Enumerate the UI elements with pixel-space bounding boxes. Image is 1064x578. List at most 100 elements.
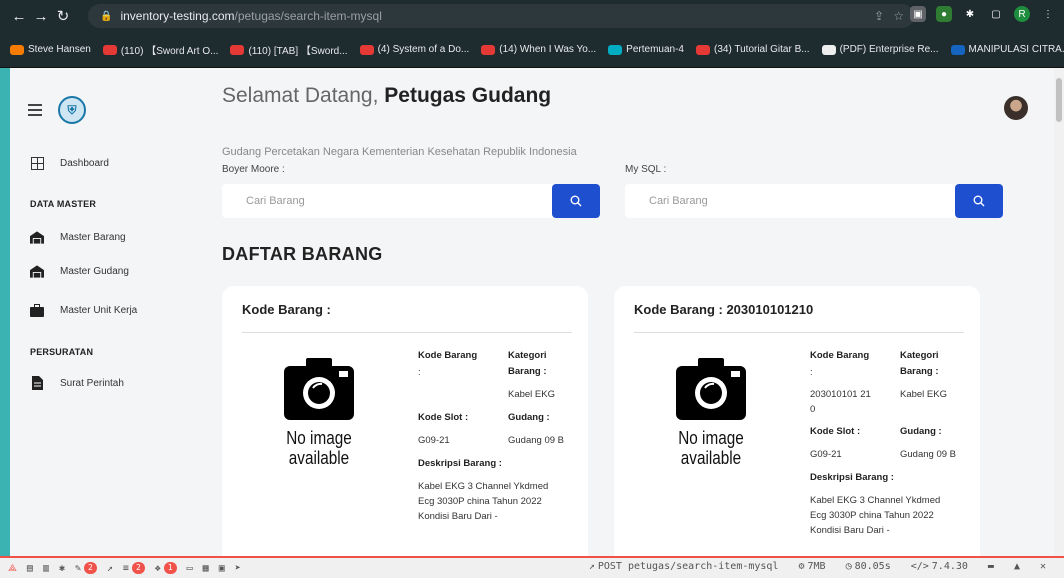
deskripsi-label: Deskripsi Barang : [418, 458, 502, 469]
bookmark-item[interactable]: MANIPULASI CITRA... [950, 44, 1064, 55]
sidebar-item-label: Surat Perintah [60, 377, 124, 389]
browser-menu-icon[interactable]: ⋮ [1040, 6, 1056, 22]
boyer-moore-label: Boyer Moore : [222, 164, 285, 175]
colon-text: : [810, 367, 813, 378]
messages-icon[interactable]: ▤ [27, 563, 33, 574]
card-title: Kode Barang : 203010101210 [634, 302, 814, 317]
sidebar-item-master-unit-kerja[interactable]: Master Unit Kerja [30, 303, 137, 317]
gudang-label: Gudang : [900, 426, 942, 437]
bookmark-item[interactable]: (4) System of a Do... [359, 44, 469, 55]
bookmark-star-icon[interactable]: ☆ [893, 9, 904, 23]
kategori-label: Kategori [900, 350, 939, 361]
page-subtitle: Gudang Percetakan Negara Kementerian Kes… [222, 146, 577, 158]
models-count-badge: 1 [163, 562, 177, 574]
bookmark-item[interactable]: (PDF) Enterprise Re... [821, 44, 939, 55]
mail-icon[interactable]: ▭ [187, 563, 193, 574]
dashboard-grid-icon [30, 156, 44, 170]
page-edge-decoration [0, 68, 10, 558]
queries-icon[interactable]: ≡ 2 [123, 562, 145, 574]
bookmark-item[interactable]: (34) Tutorial Gitar B... [695, 44, 810, 55]
collapse-icon[interactable]: ▲ [1014, 561, 1020, 572]
browser-chrome: ← → ↻ 🔒 inventory-testing.com/petugas/se… [0, 0, 1064, 68]
sidebar-item-dashboard[interactable]: Dashboard [30, 156, 109, 170]
mysql-search-input[interactable]: Cari Barang [625, 195, 955, 207]
request-icon[interactable]: ➤ [235, 563, 241, 574]
laravel-logo-icon[interactable]: ⟁ [8, 563, 17, 574]
php-version-info: </> 7.4.30 [910, 561, 968, 572]
url-host: inventory-testing.com [120, 9, 235, 23]
puzzle-extensions-icon[interactable]: ✱ [962, 6, 978, 22]
session-icon[interactable]: ▣ [219, 563, 225, 574]
youtube-icon [481, 44, 496, 55]
bookmark-item[interactable]: Steve Hansen [10, 44, 91, 55]
memory-text: 7MB [807, 561, 826, 572]
route-icon[interactable]: ↗ [107, 563, 113, 574]
item-card: Kode Barang : No image available Kode Ba… [222, 286, 588, 576]
back-arrow-icon[interactable]: ← [8, 8, 30, 25]
deskripsi-line: Kabel EKG 3 Channel Ykdmed [418, 481, 549, 492]
boyer-moore-search-button[interactable] [552, 184, 600, 218]
url-path: /petugas/search-item-mysql [234, 9, 382, 23]
user-avatar[interactable] [1004, 96, 1028, 120]
views-icon[interactable]: ✎ 2 [75, 562, 97, 574]
forward-arrow-icon[interactable]: → [30, 8, 52, 25]
views-count-badge: 2 [84, 562, 97, 574]
hamburger-menu-icon[interactable] [28, 104, 42, 116]
boyer-moore-search-input[interactable]: Cari Barang [222, 195, 552, 207]
youtube-icon [230, 44, 245, 55]
extension-icon[interactable]: ● [936, 6, 952, 22]
address-bar[interactable]: 🔒 inventory-testing.com/petugas/search-i… [88, 4, 914, 28]
divider [242, 332, 572, 333]
request-info[interactable]: ↗ POST petugas/search-item-mysql [589, 561, 779, 572]
bookmark-item[interactable]: Pertemuan-4 [608, 44, 684, 55]
extension-icon[interactable]: ▣ [910, 6, 926, 22]
kode-barang-value: 203010101 21 [810, 389, 871, 400]
deskripsi-line: Ecg 3030P china Tahun 2022 [418, 496, 542, 507]
colon-text: : [418, 367, 421, 378]
kode-barang-label: Kode Barang [810, 350, 870, 361]
mysql-search-button[interactable] [955, 184, 1003, 218]
timeline-icon[interactable]: ▥ [43, 563, 49, 574]
scrollbar-thumb[interactable] [1056, 78, 1062, 122]
profile-avatar[interactable]: R [1014, 6, 1030, 22]
bookmark-favicon-icon [608, 44, 623, 55]
role-text: Petugas Gudang [384, 84, 552, 107]
bookmark-favicon-icon [10, 44, 24, 55]
gudang-label: Gudang : [508, 412, 550, 423]
bookmark-item[interactable]: (110) 【Sword Art O... [102, 42, 218, 57]
deskripsi-line: Kabel EKG 3 Channel Ykdmed [810, 495, 941, 506]
gate-icon[interactable]: ▦ [203, 563, 209, 574]
share-icon[interactable]: ⇪ [874, 9, 884, 23]
time-info: ◷ 80.05s [845, 561, 891, 572]
bookmark-item[interactable]: (110) [TAB] 【Sword... [230, 42, 348, 57]
sidebar-item-surat-perintah[interactable]: Surat Perintah [30, 376, 124, 390]
kode-slot-label: Kode Slot : [418, 412, 469, 423]
exceptions-icon[interactable]: ✱ [59, 563, 65, 574]
sidebar-item-master-gudang[interactable]: Master Gudang [30, 264, 129, 278]
time-text: 80.05s [854, 561, 891, 572]
youtube-icon [359, 44, 374, 55]
youtube-icon [102, 44, 117, 55]
close-icon[interactable]: ✕ [1040, 561, 1046, 572]
search-icon [973, 195, 985, 207]
camera-icon [676, 358, 746, 420]
models-icon[interactable]: ❖ 1 [155, 562, 177, 574]
sidebar-item-master-barang[interactable]: Master Barang [30, 230, 126, 244]
bookmark-item[interactable]: (14) When I Was Yo... [481, 44, 596, 55]
reload-icon[interactable]: ↻ [52, 7, 74, 25]
mysql-search: Cari Barang [625, 184, 1003, 218]
kategori-value: Kabel EKG [508, 389, 555, 400]
kode-slot-label: Kode Slot : [810, 426, 861, 437]
sidepanel-icon[interactable]: ▢ [988, 6, 1004, 22]
bookmark-favicon-icon [950, 44, 965, 55]
folder-icon[interactable]: ▬ [988, 561, 994, 572]
youtube-icon [695, 44, 710, 55]
request-text: POST petugas/search-item-mysql [597, 561, 779, 572]
deskripsi-line: Kondisi Baru Dari - [418, 511, 498, 522]
logo: ⛨ [58, 96, 86, 124]
camera-icon [284, 358, 354, 420]
kode-barang-label: Kode Barang [418, 350, 478, 361]
scrollbar[interactable] [1054, 68, 1064, 558]
browser-toolbar: ← → ↻ 🔒 inventory-testing.com/petugas/se… [0, 0, 1064, 32]
list-title: DAFTAR BARANG [222, 244, 383, 264]
